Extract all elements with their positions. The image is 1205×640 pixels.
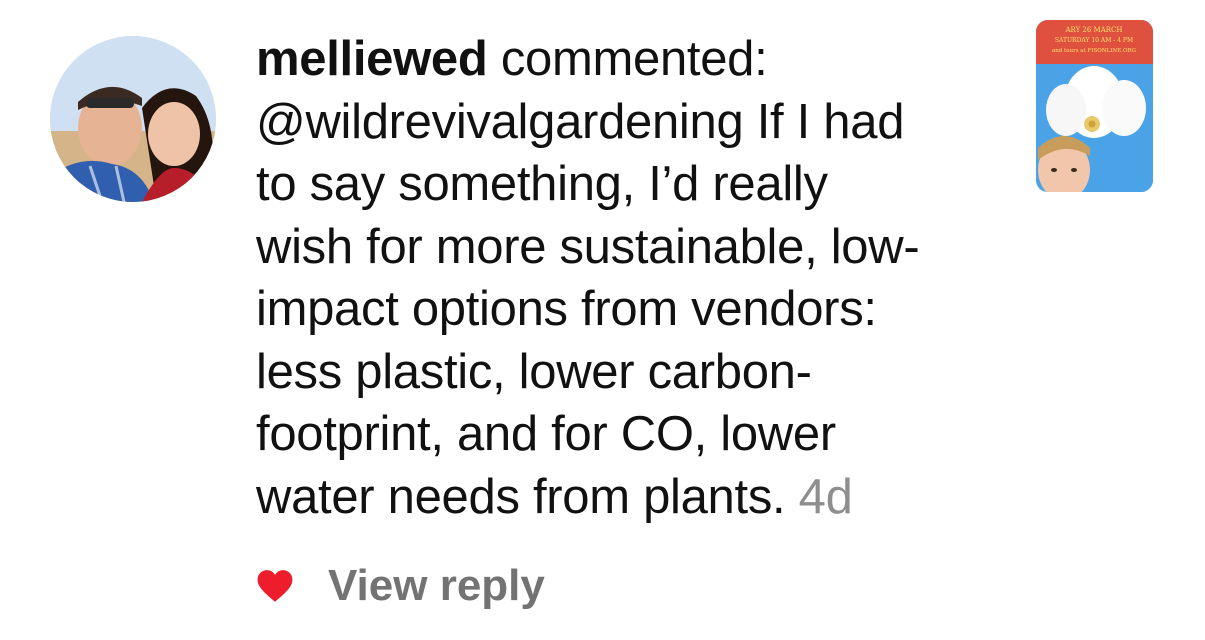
comment-line-5: less plastic, lower carbon- [256,344,812,399]
comment-line-6: footprint, and for CO, lower [256,407,836,461]
comment-line-3: wish for more sustainable, low- [256,219,920,274]
thumbnail-header-line-0: ARY 26 MARCH [1064,26,1122,34]
thumbnail-header-line-1: SATURDAY 10 AM - 4 PM [1055,37,1133,44]
comment-actions: View reply [256,556,545,616]
username-link[interactable]: melliewed [256,32,488,86]
heart-icon[interactable] [256,568,294,604]
comment-timestamp: 4d [798,469,853,524]
comment-body: melliewed commented: @wildrevivalgardeni… [256,28,1016,528]
post-thumbnail[interactable]: ARY 26 MARCH SATURDAY 10 AM - 4 PM and t… [1036,20,1153,192]
comment-action-label: commented: [487,32,768,86]
comment-line-7-text: water needs from plants. [256,469,799,524]
thumbnail-header-line-2: and tours at FISONLINE.ORG [1052,48,1136,54]
comment-line-7: water needs from plants. 4d [256,466,1016,529]
comment-line-1: @wildrevivalgardening If I had [256,94,905,149]
comment-line-0: melliewed commented: [256,28,1016,91]
commenter-avatar[interactable] [50,36,216,202]
comment-line-4: impact options from vendors: [256,282,877,336]
view-reply-button[interactable]: View reply [328,561,545,611]
post-thumbnail-image: ARY 26 MARCH SATURDAY 10 AM - 4 PM and t… [1036,20,1153,192]
comment-line-2: to say something, I’d really [256,157,828,211]
avatar-photo [50,36,216,202]
